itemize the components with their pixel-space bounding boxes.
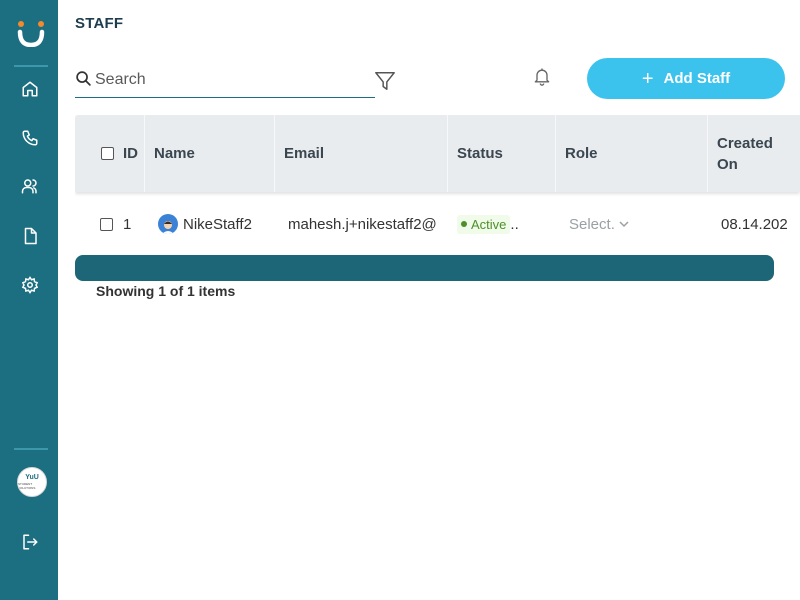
search-bar — [75, 64, 375, 98]
column-header-created-on[interactable]: Created On — [717, 115, 787, 192]
cell-name[interactable]: NikeStaff2 — [158, 204, 252, 244]
column-header-name[interactable]: Name — [154, 115, 195, 192]
column-header-status[interactable]: Status — [457, 115, 503, 192]
home-icon — [22, 81, 38, 97]
bell-icon[interactable] — [532, 65, 552, 87]
column-divider[interactable] — [447, 115, 448, 192]
sidebar-item-users[interactable] — [19, 175, 41, 197]
org-avatar-line1: YuU — [25, 474, 39, 481]
row-checkbox-cell — [100, 204, 113, 244]
role-select-value: Select. — [569, 215, 615, 233]
pagination-summary: Showing 1 of 1 items — [96, 283, 236, 299]
organization-avatar[interactable]: YuU STUDENT SOLUTIONS — [17, 467, 47, 497]
sidebar-item-documents[interactable] — [19, 225, 41, 247]
logout-button[interactable] — [19, 531, 41, 553]
status-badge: Active — [457, 214, 511, 234]
column-divider[interactable] — [274, 115, 275, 192]
sidebar: YuU STUDENT SOLUTIONS — [0, 0, 58, 600]
cell-email: mahesh.j+nikestaff2@ — [288, 215, 437, 233]
select-all-cell — [101, 115, 114, 192]
gear-icon — [21, 276, 39, 294]
search-input[interactable] — [95, 68, 365, 92]
row-checkbox[interactable] — [100, 217, 113, 231]
cell-id: 1 — [123, 215, 132, 233]
users-icon — [21, 179, 37, 194]
column-divider[interactable] — [144, 115, 145, 192]
table-header: ID Name Email Status Role Created On — [75, 115, 800, 192]
add-staff-button[interactable]: + Add Staff — [587, 58, 785, 99]
document-icon — [24, 227, 37, 245]
column-header-role[interactable]: Role — [565, 115, 598, 192]
user-avatar-icon — [162, 221, 174, 234]
sidebar-item-home[interactable] — [19, 78, 41, 100]
chevron-down-icon — [619, 221, 629, 228]
table-row[interactable]: 1 NikeStaff2 mahesh.j+nikestaff2@ Active… — [75, 204, 800, 244]
status-overflow: .. — [510, 215, 519, 233]
cell-role[interactable]: Select. — [569, 204, 631, 244]
column-divider[interactable] — [707, 115, 708, 192]
role-select[interactable]: Select. — [569, 216, 631, 233]
column-header-email[interactable]: Email — [284, 115, 324, 192]
search-icon — [76, 71, 91, 86]
logout-icon — [23, 534, 38, 550]
status-label: Active — [471, 216, 507, 232]
user-name: NikeStaff2 — [183, 215, 252, 233]
sidebar-item-settings[interactable] — [19, 274, 41, 296]
staff-table: ID Name Email Status Role Created On 1 N… — [75, 115, 800, 255]
filter-icon[interactable] — [374, 70, 396, 92]
org-avatar-line2: STUDENT SOLUTIONS — [18, 482, 36, 490]
page-title: STAFF — [75, 15, 124, 32]
sidebar-item-calls[interactable] — [19, 127, 41, 149]
add-staff-label: Add Staff — [663, 70, 731, 87]
user-avatar — [158, 214, 178, 234]
smile-logo[interactable] — [17, 19, 45, 47]
cell-created-on: 08.14.202 — [721, 215, 788, 233]
select-all-checkbox[interactable] — [101, 147, 114, 160]
column-divider[interactable] — [555, 115, 556, 192]
sidebar-divider-top — [14, 65, 48, 67]
plus-icon: + — [641, 67, 654, 90]
phone-icon — [22, 130, 38, 146]
sidebar-divider-bottom — [14, 448, 48, 450]
status-dot-icon — [461, 221, 467, 227]
horizontal-scrollbar[interactable] — [75, 255, 774, 281]
column-header-id[interactable]: ID — [123, 115, 138, 192]
cell-status: Active .. — [457, 204, 519, 244]
